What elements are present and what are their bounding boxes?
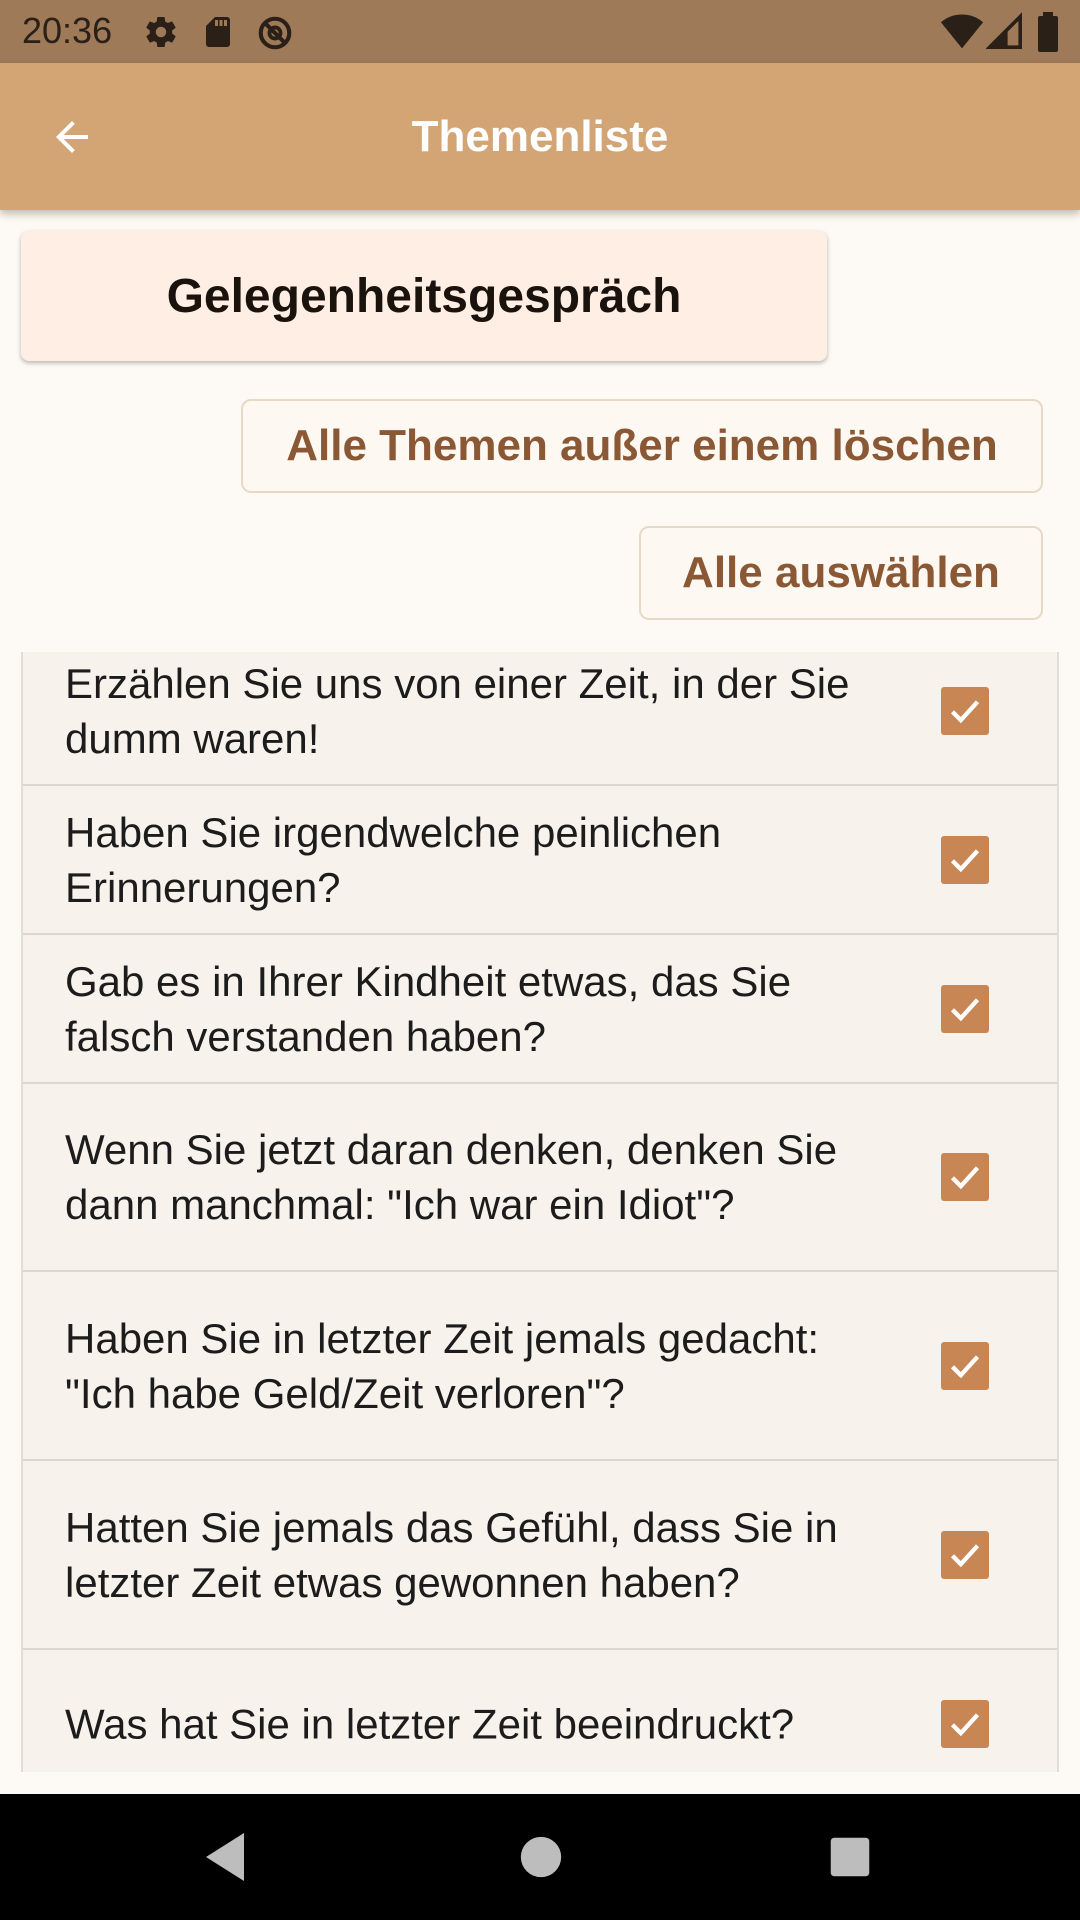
topic-row[interactable]: Gab es in Ihrer Kindheit etwas, das Sie … [23,935,1057,1084]
topic-text: Haben Sie in letzter Zeit jemals gedacht… [65,1314,820,1417]
app-bar: Themenliste [0,63,1080,210]
select-all-label: Alle auswählen [682,548,1000,597]
topic-text: Erzählen Sie uns von einer Zeit, in der … [65,660,850,762]
topic-row[interactable]: Wenn Sie jetzt daran denken, denken Sie … [23,1084,1057,1272]
no-disturb-icon [256,14,294,57]
delete-all-but-one-button[interactable]: Alle Themen außer einem löschen [241,399,1043,493]
topic-text: Was hat Sie in letzter Zeit beeindruckt? [65,1700,795,1748]
topic-checkbox[interactable] [941,835,989,884]
arrow-left-icon [56,121,88,153]
status-bar: 20:36 [0,0,1080,63]
topic-row[interactable]: Haben Sie irgendwelche peinlichen Erinne… [23,786,1057,935]
back-button[interactable] [36,101,108,173]
topic-checkbox[interactable] [941,1153,989,1201]
topic-row[interactable]: Erzählen Sie uns von einer Zeit, in der … [23,652,1057,786]
nav-home-button[interactable] [508,1824,574,1890]
topic-text: Haben Sie irgendwelche peinlichen Erinne… [65,808,722,911]
check-icon [950,1354,980,1378]
topic-checkbox[interactable] [941,1700,989,1748]
topic-list[interactable]: Erzählen Sie uns von einer Zeit, in der … [21,652,1059,1772]
check-icon [950,1713,980,1737]
sd-card-icon [200,14,236,55]
delete-all-but-one-label: Alle Themen außer einem löschen [286,421,998,470]
recents-square-icon [830,1837,870,1877]
gear-icon [143,14,179,55]
navigation-bar [0,1794,1080,1920]
signal-icon [985,12,1022,55]
page-title: Themenliste [411,112,669,161]
topic-checkbox[interactable] [941,1341,989,1390]
nav-back-button[interactable] [193,1824,259,1890]
check-icon [950,1166,980,1190]
category-label: Gelegenheitsgespräch [166,269,682,323]
topic-checkbox[interactable] [941,1530,989,1579]
status-time: 20:36 [22,10,113,51]
home-circle-icon [520,1836,562,1878]
topic-text: Gab es in Ihrer Kindheit etwas, das Sie … [65,957,792,1060]
category-card[interactable]: Gelegenheitsgespräch [21,231,827,361]
check-icon [950,997,980,1021]
check-icon [950,1543,980,1567]
topic-checkbox[interactable] [941,687,989,735]
select-all-button[interactable]: Alle auswählen [639,526,1043,620]
topic-row[interactable]: Haben Sie in letzter Zeit jemals gedacht… [23,1272,1057,1461]
check-icon [950,848,980,872]
topic-row[interactable]: Hatten Sie jemals das Gefühl, dass Sie i… [23,1461,1057,1650]
back-triangle-icon [206,1833,244,1881]
nav-recents-button[interactable] [817,1824,883,1890]
wifi-icon [940,12,984,55]
check-icon [950,700,980,724]
topic-text: Wenn Sie jetzt daran denken, denken Sie … [65,1126,838,1228]
battery-icon [1036,12,1060,57]
topic-checkbox[interactable] [941,984,989,1033]
topic-text: Hatten Sie jemals das Gefühl, dass Sie i… [65,1503,838,1606]
topic-row[interactable]: Was hat Sie in letzter Zeit beeindruckt? [23,1650,1057,1772]
